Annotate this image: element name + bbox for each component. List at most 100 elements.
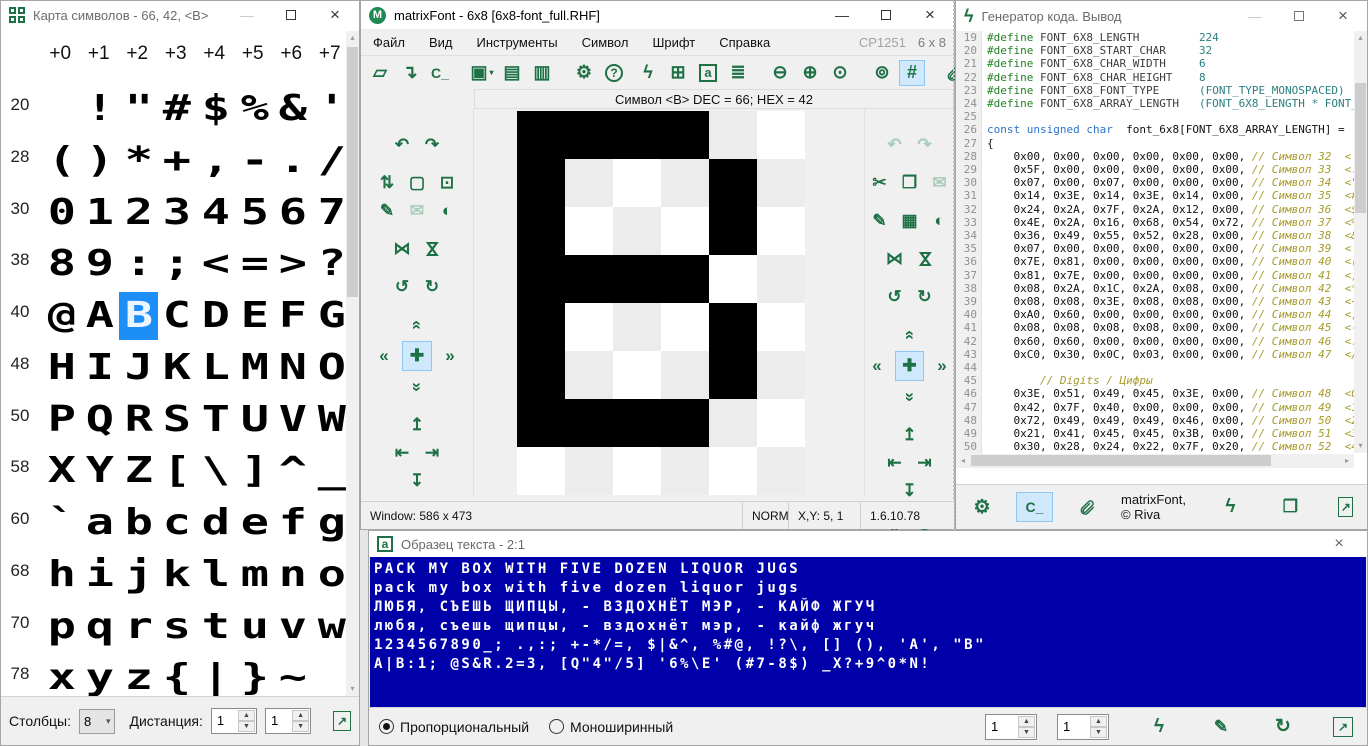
generate-code-icon[interactable]: ϟ bbox=[1218, 495, 1242, 519]
move-icon[interactable]: ✚ bbox=[402, 341, 432, 371]
shift-left-icon[interactable]: « bbox=[865, 354, 889, 378]
glyph-pixel[interactable] bbox=[613, 303, 661, 351]
charmap-cell[interactable]: 4 bbox=[196, 189, 235, 237]
open-icon[interactable]: ▣▾ bbox=[469, 60, 495, 86]
zoom-out-icon[interactable]: ⊖ bbox=[767, 60, 793, 86]
charmap-cell[interactable]: % bbox=[235, 85, 274, 133]
glyph-pixel[interactable] bbox=[757, 111, 805, 159]
charmap-cell[interactable]: N bbox=[274, 344, 313, 392]
close-icon[interactable]: × bbox=[1321, 2, 1365, 30]
menu-item-символ[interactable]: Символ bbox=[582, 35, 629, 50]
link-icon[interactable] bbox=[1075, 495, 1099, 519]
export-image-icon[interactable]: ▦ bbox=[898, 209, 922, 233]
undo-icon[interactable]: ↶ bbox=[883, 133, 907, 157]
glyph-canvas[interactable] bbox=[474, 109, 864, 496]
charmap-cell[interactable] bbox=[42, 85, 81, 133]
charmap-cell[interactable]: Y bbox=[81, 447, 120, 495]
charmap-cell[interactable]: q bbox=[81, 603, 120, 651]
shift-right-icon[interactable]: » bbox=[438, 344, 462, 368]
glyph-pixel-grid[interactable] bbox=[517, 111, 805, 495]
settings-icon[interactable]: ⚙ bbox=[571, 60, 597, 86]
charmap-cell[interactable]: 2 bbox=[119, 189, 158, 237]
align-right-icon[interactable]: ⇥ bbox=[420, 441, 444, 465]
glyph-pixel[interactable] bbox=[661, 303, 709, 351]
redo-icon[interactable]: ↷ bbox=[420, 133, 444, 157]
flip-v-icon[interactable]: ⋈ bbox=[913, 247, 937, 271]
glyph-pixel[interactable] bbox=[709, 399, 757, 447]
glyph-pixel[interactable] bbox=[661, 207, 709, 255]
glyph-pixel[interactable] bbox=[565, 255, 613, 303]
charmap-cell[interactable]: Z bbox=[119, 447, 158, 495]
glyph-pixel[interactable] bbox=[661, 159, 709, 207]
minimize-icon[interactable]: — bbox=[1233, 2, 1277, 30]
charmap-cell[interactable]: E bbox=[235, 292, 274, 340]
close-icon[interactable]: × bbox=[908, 1, 952, 29]
charmap-cell[interactable]: C bbox=[158, 292, 197, 340]
charmap-cell[interactable]: J bbox=[119, 344, 158, 392]
rotate-ccw-icon[interactable]: ↺ bbox=[390, 275, 414, 299]
distance-x-stepper[interactable]: 1 ▲▼ bbox=[211, 708, 257, 734]
close-icon[interactable]: × bbox=[1317, 531, 1361, 557]
glyph-pixel[interactable] bbox=[517, 111, 565, 159]
code-output-icon[interactable]: ≣ bbox=[725, 60, 751, 86]
glyph-pixel[interactable] bbox=[757, 351, 805, 399]
help-icon[interactable]: ? bbox=[601, 60, 627, 86]
charmap-cell-selected[interactable]: B bbox=[119, 292, 158, 340]
minimize-icon[interactable]: — bbox=[820, 1, 864, 29]
paste-icon[interactable]: ✉ bbox=[405, 199, 429, 223]
menu-item-файл[interactable]: Файл bbox=[373, 35, 405, 50]
copy-icon[interactable]: ❐ bbox=[898, 171, 922, 195]
charmap-icon[interactable]: ⊞ bbox=[665, 60, 691, 86]
language-c-button[interactable]: C_ bbox=[1016, 492, 1053, 522]
save-as-icon[interactable]: ▥ bbox=[529, 60, 555, 86]
charmap-cell[interactable]: ` bbox=[42, 499, 81, 547]
paste-icon[interactable]: ✉ bbox=[928, 171, 952, 195]
glyph-pixel[interactable] bbox=[757, 207, 805, 255]
glyph-pixel[interactable] bbox=[709, 303, 757, 351]
charmap-cell[interactable]: & bbox=[274, 85, 313, 133]
rotate-cw-icon[interactable]: ↻ bbox=[420, 275, 444, 299]
charmap-cell[interactable]: v bbox=[274, 603, 313, 651]
charmap-cell[interactable]: K bbox=[158, 344, 197, 392]
align-top-icon[interactable]: ↥ bbox=[405, 413, 429, 437]
edit-icon[interactable]: ✎ bbox=[1209, 715, 1233, 739]
menu-item-шрифт[interactable]: Шрифт bbox=[652, 35, 695, 50]
menu-item-вид[interactable]: Вид bbox=[429, 35, 453, 50]
shift-down-icon[interactable]: » bbox=[898, 385, 922, 409]
scale-y-stepper[interactable]: 1 ▲▼ bbox=[1057, 714, 1109, 740]
minimize-icon[interactable]: — bbox=[225, 1, 269, 29]
cut-icon[interactable]: ✂ bbox=[868, 171, 892, 195]
invert-icon[interactable]: ◐ bbox=[928, 209, 952, 233]
align-left-icon[interactable]: ⇤ bbox=[390, 441, 414, 465]
maximize-icon[interactable] bbox=[269, 1, 313, 29]
glyph-pixel[interactable] bbox=[613, 399, 661, 447]
charmap-cell[interactable]: l bbox=[196, 551, 235, 599]
glyph-pixel[interactable] bbox=[709, 207, 757, 255]
charmap-cell[interactable]: 8 bbox=[42, 240, 81, 288]
glyph-pixel[interactable] bbox=[565, 159, 613, 207]
undo-icon[interactable]: ↶ bbox=[390, 133, 414, 157]
charmap-cell[interactable]: S bbox=[158, 396, 197, 444]
charmap-cell[interactable]: m bbox=[235, 551, 274, 599]
flip-v-icon[interactable]: ⋈ bbox=[420, 237, 444, 261]
glyph-pixel[interactable] bbox=[517, 399, 565, 447]
shift-right-icon[interactable]: » bbox=[930, 354, 954, 378]
charmap-cell[interactable]: 3 bbox=[158, 189, 197, 237]
charmap-cell[interactable]: T bbox=[196, 396, 235, 444]
flip-h-icon[interactable]: ⋈ bbox=[883, 247, 907, 271]
charmap-cell[interactable]: d bbox=[196, 499, 235, 547]
glyph-pixel[interactable] bbox=[565, 303, 613, 351]
generate-icon[interactable]: ϟ bbox=[1147, 715, 1171, 739]
charmap-cell[interactable]: 9 bbox=[81, 240, 120, 288]
charmap-cell[interactable]: 1 bbox=[81, 189, 120, 237]
charmap-cell[interactable]: s bbox=[158, 603, 197, 651]
glyph-pixel[interactable] bbox=[517, 159, 565, 207]
crop-icon[interactable]: ▢ bbox=[405, 171, 429, 195]
charmap-cell[interactable]: e bbox=[235, 499, 274, 547]
charmap-cell[interactable]: u bbox=[235, 603, 274, 651]
charmap-cell[interactable]: p bbox=[42, 603, 81, 651]
charmap-cell[interactable]: D bbox=[196, 292, 235, 340]
glyph-pixel[interactable] bbox=[613, 159, 661, 207]
clear-icon[interactable]: ✎ bbox=[868, 209, 892, 233]
glyph-pixel[interactable] bbox=[613, 447, 661, 495]
